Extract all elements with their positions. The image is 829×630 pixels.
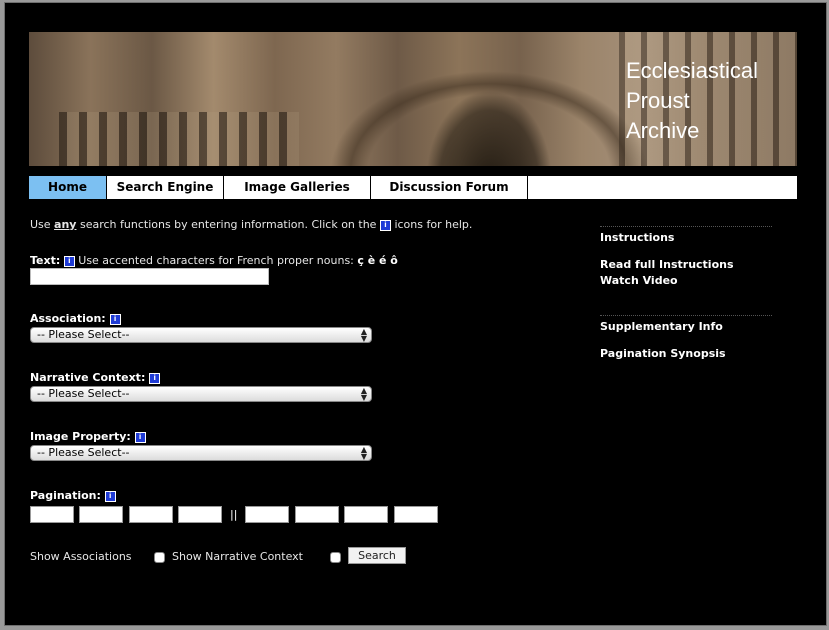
- main-nav: Home Search Engine Image Galleries Discu…: [29, 176, 797, 199]
- pagination-input-1[interactable]: [30, 506, 74, 523]
- pagination-input-8[interactable]: [394, 506, 438, 523]
- watch-video-link[interactable]: Watch Video: [600, 274, 678, 287]
- narrative-selected: -- Please Select--: [37, 387, 130, 400]
- show-associations-checkbox[interactable]: [154, 552, 165, 563]
- association-label-row: Association: i: [30, 312, 121, 325]
- pagination-input-2[interactable]: [79, 506, 123, 523]
- show-narrative-context-checkbox[interactable]: [330, 552, 341, 563]
- instructions-heading: Instructions: [600, 231, 675, 244]
- intro-emphasis: any: [54, 218, 77, 231]
- text-field-label: Text: [30, 254, 56, 267]
- association-select[interactable]: -- Please Select-- ▲ ▼: [30, 327, 372, 343]
- text-field-label-row: Text: i Use accented characters for Fren…: [30, 254, 398, 267]
- pagination-input-6[interactable]: [295, 506, 339, 523]
- site-title-line-1: Ecclesiastical: [626, 58, 759, 83]
- site-title-line-3: Archive: [626, 118, 700, 143]
- pagination-input-7[interactable]: [344, 506, 388, 523]
- image-property-select[interactable]: -- Please Select-- ▲ ▼: [30, 445, 372, 461]
- association-label: Association: [30, 312, 102, 325]
- text-info-icon[interactable]: i: [63, 255, 75, 267]
- image-property-info-icon[interactable]: i: [134, 431, 146, 443]
- image-property-selected: -- Please Select--: [37, 446, 130, 459]
- tab-image-galleries[interactable]: Image Galleries: [224, 176, 371, 199]
- pagination-info-icon[interactable]: i: [104, 490, 116, 502]
- pagination-label-row: Pagination: i: [30, 489, 116, 502]
- pagination-input-5[interactable]: [245, 506, 289, 523]
- intro-prefix: Use: [30, 218, 55, 231]
- select-arrows-icon: ▲ ▼: [360, 386, 367, 402]
- tab-home[interactable]: Home: [29, 176, 107, 199]
- tab-discussion-forum[interactable]: Discussion Forum: [371, 176, 528, 199]
- text-search-input[interactable]: [30, 268, 269, 285]
- pagination-input-4[interactable]: [178, 506, 222, 523]
- read-instructions-link[interactable]: Read full Instructions: [600, 258, 734, 271]
- pagination-separator: ||: [230, 508, 238, 521]
- select-arrows-icon: ▲ ▼: [360, 327, 367, 343]
- tab-search-engine[interactable]: Search Engine: [107, 176, 224, 199]
- site-title: Ecclesiastical Proust Archive: [626, 56, 796, 146]
- narrative-label: Narrative Context: [30, 371, 141, 384]
- intro-middle: search functions by entering information…: [76, 218, 380, 231]
- supplementary-heading: Supplementary Info: [600, 320, 723, 333]
- narrative-info-icon[interactable]: i: [149, 372, 161, 384]
- header-banner: Ecclesiastical Proust Archive: [29, 32, 797, 166]
- image-property-label-row: Image Property: i: [30, 430, 146, 443]
- association-selected: -- Please Select--: [37, 328, 130, 341]
- sidebar-divider: [600, 226, 772, 227]
- narrative-context-select[interactable]: -- Please Select-- ▲ ▼: [30, 386, 372, 402]
- banner-arcade-decoration: [59, 112, 299, 166]
- pagination-label: Pagination: [30, 489, 97, 502]
- pagination-input-3[interactable]: [129, 506, 173, 523]
- sidebar-divider: [600, 315, 772, 316]
- intro-suffix: icons for help.: [390, 218, 473, 231]
- info-icon[interactable]: i: [379, 219, 391, 231]
- image-property-label: Image Property: [30, 430, 127, 443]
- pagination-synopsis-link[interactable]: Pagination Synopsis: [600, 347, 726, 360]
- select-arrows-icon: ▲ ▼: [360, 445, 367, 461]
- accented-chars: ç è é ô: [357, 254, 398, 267]
- site-title-line-2: Proust: [626, 88, 690, 113]
- association-info-icon[interactable]: i: [109, 313, 121, 325]
- show-associations-label: Show Associations: [30, 550, 132, 563]
- show-narrative-context-label: Show Narrative Context: [172, 550, 303, 563]
- narrative-label-row: Narrative Context: i: [30, 371, 161, 384]
- search-button[interactable]: Search: [348, 547, 406, 564]
- intro-text: Use any search functions by entering inf…: [30, 218, 472, 231]
- text-field-hint: Use accented characters for French prope…: [74, 254, 358, 267]
